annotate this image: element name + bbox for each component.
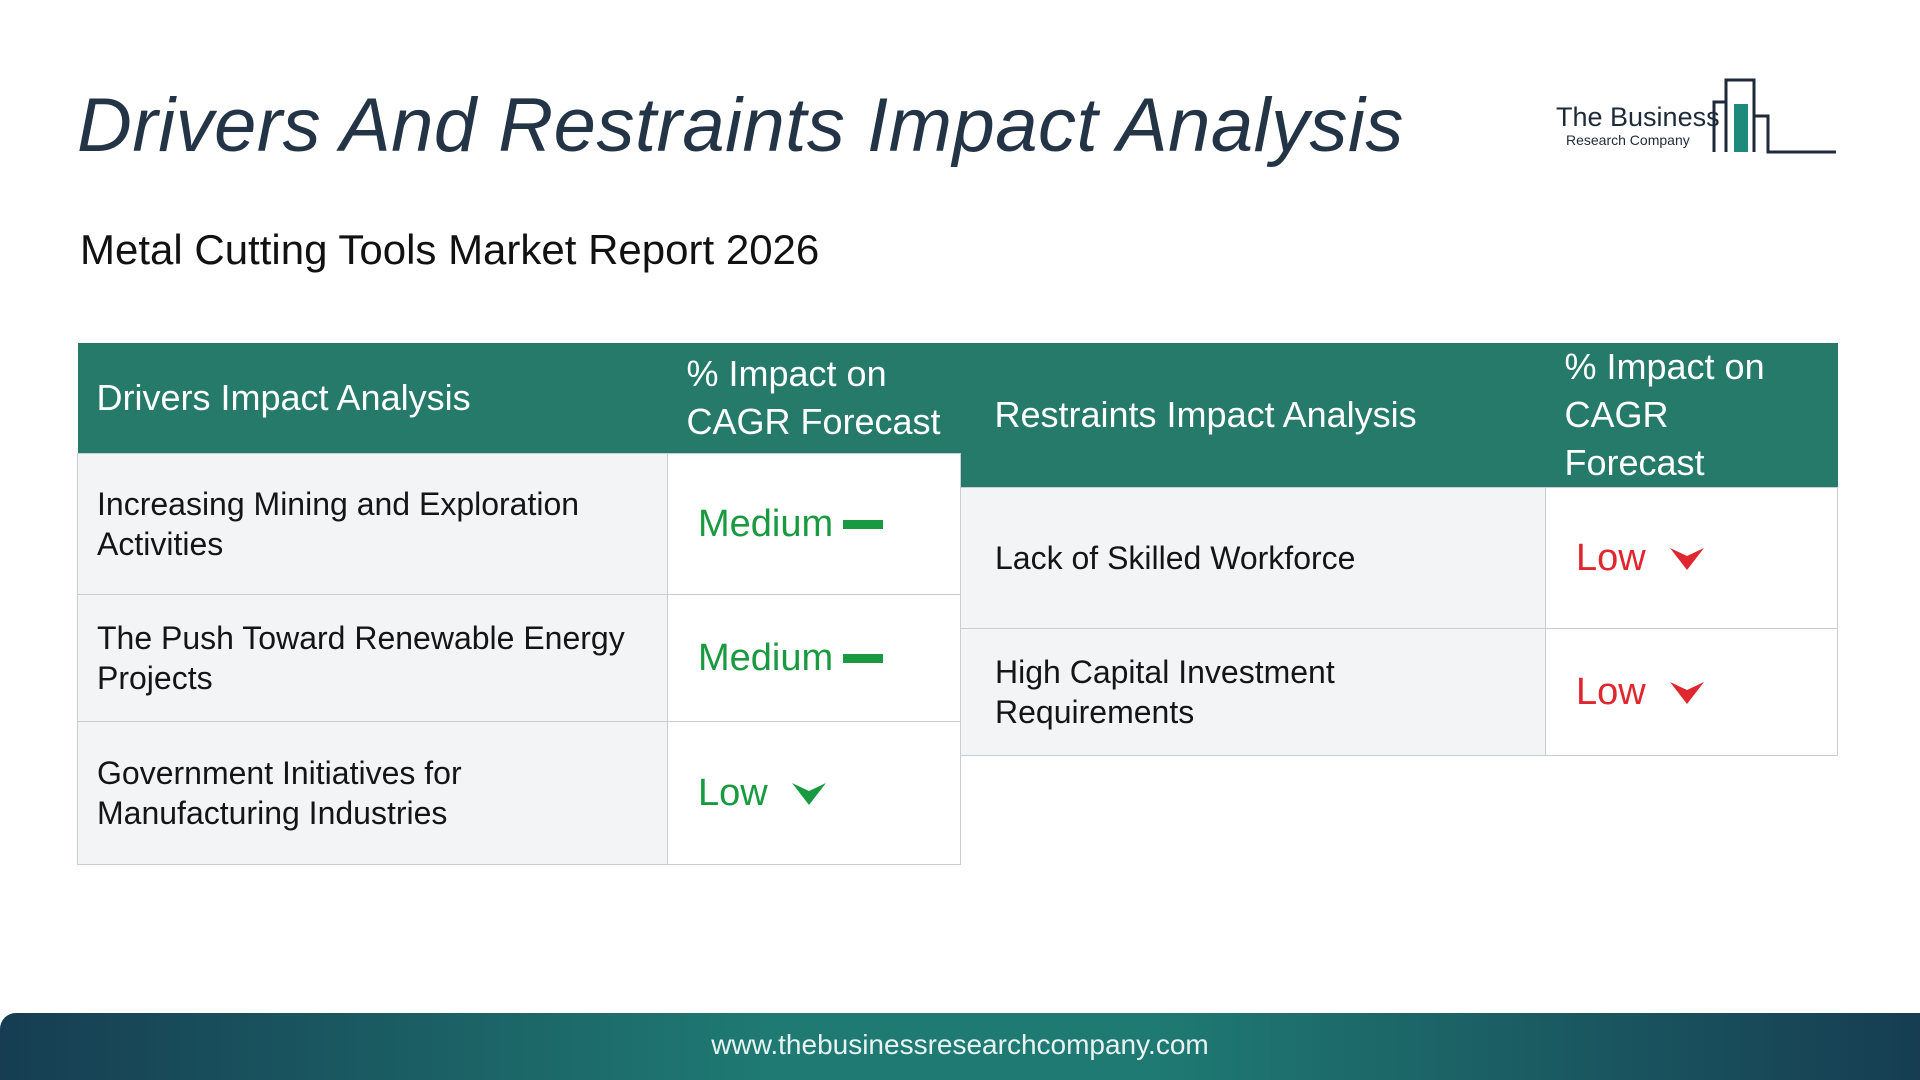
page-title: Drivers And Restraints Impact Analysis: [77, 83, 1404, 168]
restraint-label: High Capital Investment Requirements: [960, 628, 1546, 756]
drivers-header-impact: % Impact on CAGR Forecast: [667, 343, 961, 454]
driver-label: The Push Toward Renewable Energy Project…: [77, 594, 668, 722]
drivers-table: Drivers Impact Analysis % Impact on CAGR…: [77, 343, 961, 865]
driver-impact-value: Low: [698, 772, 768, 814]
driver-impact-value: Medium: [698, 637, 834, 679]
restraints-header-impact: % Impact on CAGR Forecast: [1545, 343, 1838, 488]
driver-impact-value: Medium: [698, 503, 834, 545]
arrow-down-icon: [1669, 682, 1704, 704]
table-row: High Capital Investment Requirements Low: [960, 628, 1838, 756]
drivers-header-label: Drivers Impact Analysis: [77, 343, 668, 454]
footer-bar: www.thebusinessresearchcompany.com: [0, 1013, 1920, 1080]
report-subtitle: Metal Cutting Tools Market Report 2026: [80, 226, 820, 273]
table-row: Government Initiatives for Manufacturing…: [77, 721, 961, 865]
driver-label: Increasing Mining and Exploration Activi…: [77, 453, 668, 595]
restraints-header-label: Restraints Impact Analysis: [960, 343, 1546, 488]
drivers-header-row: Drivers Impact Analysis % Impact on CAGR…: [77, 343, 961, 454]
arrow-down-icon: [1669, 548, 1704, 570]
restraint-impact-cell: Low: [1545, 628, 1838, 756]
table-row: Increasing Mining and Exploration Activi…: [77, 453, 961, 595]
restraints-header-row: Restraints Impact Analysis % Impact on C…: [960, 343, 1838, 488]
company-logo[interactable]: The Business Research Company: [1556, 68, 1836, 156]
logo-text-secondary: Research Company: [1566, 132, 1690, 148]
dash-icon: [843, 653, 884, 663]
restraints-table: Restraints Impact Analysis % Impact on C…: [960, 343, 1838, 756]
driver-impact-cell: Medium: [667, 453, 961, 595]
footer-url-link[interactable]: www.thebusinessresearchcompany.com: [0, 1029, 1920, 1061]
restraint-impact-value: Low: [1576, 671, 1646, 713]
arrow-down-icon: [791, 783, 826, 805]
driver-label: Government Initiatives for Manufacturing…: [77, 721, 668, 865]
driver-impact-cell: Medium: [667, 594, 961, 722]
driver-impact-cell: Low: [667, 721, 961, 865]
logo-text-primary: The Business: [1556, 102, 1720, 132]
restraint-impact-cell: Low: [1545, 487, 1838, 629]
table-row: The Push Toward Renewable Energy Project…: [77, 594, 961, 722]
restraint-impact-value: Low: [1576, 537, 1646, 579]
dash-icon: [843, 519, 884, 529]
restraint-label: Lack of Skilled Workforce: [960, 487, 1546, 629]
table-row: Lack of Skilled Workforce Low: [960, 487, 1838, 629]
